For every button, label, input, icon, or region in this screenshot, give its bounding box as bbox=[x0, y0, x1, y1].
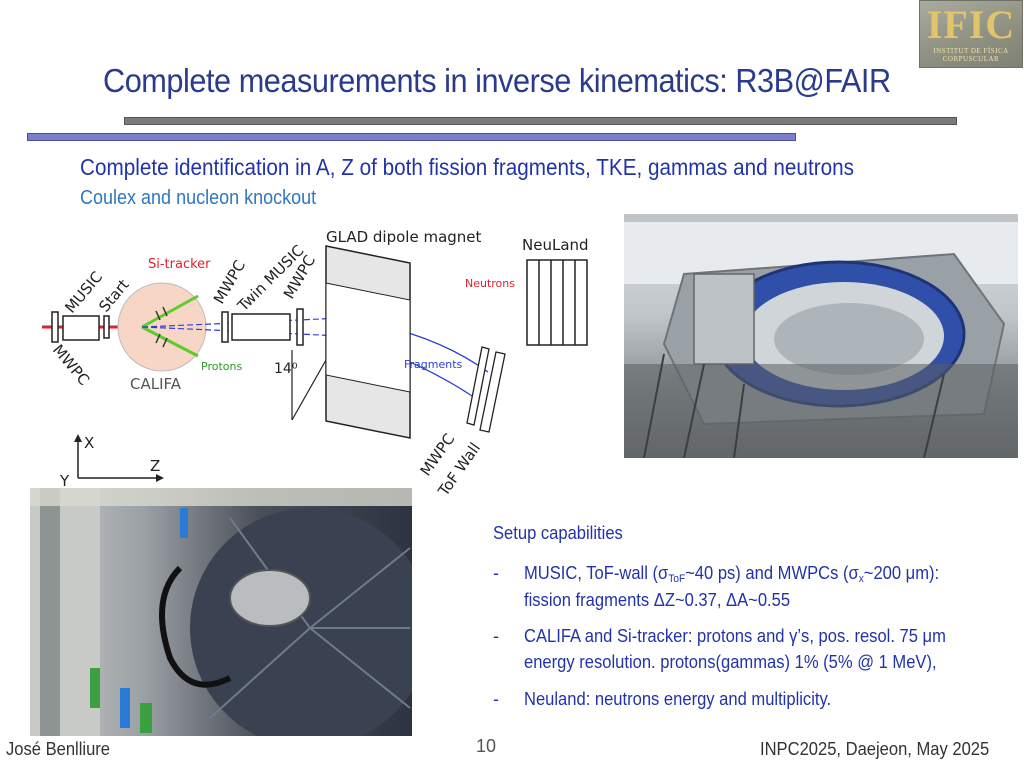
page-number: 10 bbox=[476, 736, 497, 756]
mwpc-1-plate bbox=[221, 311, 229, 343]
si-tracker-label: Si-tracker bbox=[148, 257, 211, 272]
glad-magnet-photo bbox=[624, 214, 1018, 458]
axis-x-label: X bbox=[84, 434, 94, 452]
slide-title: Complete measurements in inverse kinemat… bbox=[103, 62, 891, 99]
califa-label: CALIFA bbox=[130, 375, 182, 393]
califa-photo-art bbox=[30, 488, 412, 736]
neuland-label: NeuLand bbox=[522, 236, 589, 254]
title-underline-blue bbox=[27, 133, 796, 141]
title-underline-grey bbox=[124, 117, 957, 125]
cap-item-3-line-1: Neuland: neutrons energy and multiplicit… bbox=[524, 689, 832, 709]
neutrons-label: Neutrons bbox=[465, 277, 515, 290]
cap-item-1-line-2: fission fragments ΔZ~0.37, ΔA~0.55 bbox=[524, 590, 791, 610]
glad-label: GLAD dipole magnet bbox=[326, 228, 482, 246]
music-label: MUSIC bbox=[61, 268, 106, 317]
twin-music-box bbox=[231, 313, 291, 341]
logo-text: IFIC bbox=[926, 2, 1016, 47]
slide-subtitle: Complete identification in A, Z of both … bbox=[80, 154, 854, 180]
cap-bullet-3: - bbox=[493, 689, 499, 709]
fragments-label: Fragments bbox=[404, 358, 463, 371]
setup-diagram: GLAD dipole magnet NeuLand Neutrons Si-t… bbox=[42, 228, 589, 500]
music-start-box bbox=[62, 315, 100, 341]
califa-sphere bbox=[117, 282, 207, 372]
axis-z-label: Z bbox=[150, 457, 160, 475]
mwpc-left-plate bbox=[51, 311, 59, 343]
cap-item-2-line-2: energy resolution. protons(gammas) 1% (5… bbox=[524, 652, 937, 672]
mwpc-left-label: MWPC bbox=[49, 341, 93, 389]
glad-magnet bbox=[325, 245, 411, 439]
glad-photo-art bbox=[624, 214, 1018, 458]
neuland-detector bbox=[526, 259, 588, 346]
califa-setup-photo bbox=[30, 488, 412, 736]
mwpc-2-plate bbox=[296, 308, 304, 346]
footer-conference: INPC2025, Daejeon, May 2025 bbox=[760, 739, 990, 759]
cap-item-1-line-1: MUSIC, ToF-wall (σToF~40 ps) and MWPCs (… bbox=[524, 563, 940, 585]
cap-item-2-line-1: CALIFA and Si-tracker: protons and γ’s, … bbox=[524, 626, 946, 646]
footer-author: José Benlliure bbox=[6, 739, 111, 759]
cap-bullet-1: - bbox=[493, 563, 499, 583]
cap-bullet-2: - bbox=[493, 626, 499, 646]
capabilities-title: Setup capabilities bbox=[493, 523, 623, 543]
logo-subtext: INSTITUT DE FÍSICA CORPUSCULAR bbox=[933, 47, 1009, 63]
angle-label: 14⁰ bbox=[274, 361, 298, 377]
protons-label: Protons bbox=[201, 360, 242, 373]
ific-logo: IFIC INSTITUT DE FÍSICA CORPUSCULAR bbox=[919, 0, 1023, 68]
slide-subtitle-2: Coulex and nucleon knockout bbox=[80, 187, 317, 209]
start-plate bbox=[103, 315, 110, 339]
